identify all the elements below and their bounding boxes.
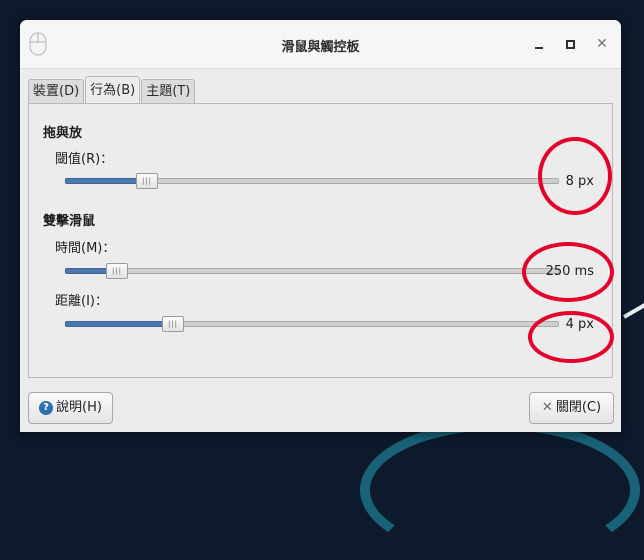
close-button-label: 關閉(C) [555, 400, 602, 415]
behavior-panel: 拖與放 閾值(R)： ||| 8 px 雙擊滑鼠 時間(M)： ||| 250 … [28, 103, 613, 378]
tab-bar: 裝置(D) 行為(B) 主題(T) [28, 76, 196, 104]
close-window-button[interactable]: ✕ [592, 34, 612, 54]
slider-handle[interactable]: ||| [106, 263, 128, 279]
minimize-icon [535, 47, 543, 49]
tab-theme[interactable]: 主題(T) [141, 79, 196, 104]
threshold-slider[interactable]: ||| [65, 172, 559, 190]
help-button-label: 說明(H) [56, 400, 102, 415]
maximize-icon [566, 40, 575, 49]
drag-drop-heading: 拖與放 [43, 126, 83, 141]
help-icon: ? [39, 400, 54, 415]
maximize-button[interactable] [560, 34, 580, 54]
double-click-heading: 雙擊滑鼠 [43, 214, 96, 229]
title-bar: 滑鼠與觸控板 ✕ [20, 20, 621, 69]
annotation-circle [528, 311, 614, 363]
close-icon: ✕ [541, 400, 553, 415]
wallpaper-shape [360, 420, 640, 560]
time-label: 時間(M)： [55, 241, 116, 256]
close-icon: ✕ [596, 36, 608, 52]
annotation-circle [522, 242, 614, 302]
close-button[interactable]: ✕ 關閉(C) [529, 392, 614, 424]
tab-devices[interactable]: 裝置(D) [28, 79, 85, 104]
slider-trough [65, 268, 559, 274]
threshold-label: 閾值(R)： [55, 152, 114, 167]
help-button[interactable]: ? 說明(H) [28, 392, 113, 424]
slider-handle[interactable]: ||| [136, 173, 158, 189]
minimize-button[interactable] [530, 34, 550, 54]
mouse-touchpad-dialog: 滑鼠與觸控板 ✕ 裝置(D) 行為(B) 主題(T) 拖與放 閾值(R)： ||… [20, 20, 621, 432]
tab-behavior[interactable]: 行為(B) [85, 76, 141, 104]
distance-slider[interactable]: ||| [65, 315, 559, 333]
distance-label: 距離(I)： [55, 294, 108, 309]
annotation-circle [538, 137, 612, 215]
time-slider[interactable]: ||| [65, 262, 559, 280]
slider-handle[interactable]: ||| [162, 316, 184, 332]
slider-fill [65, 321, 174, 327]
